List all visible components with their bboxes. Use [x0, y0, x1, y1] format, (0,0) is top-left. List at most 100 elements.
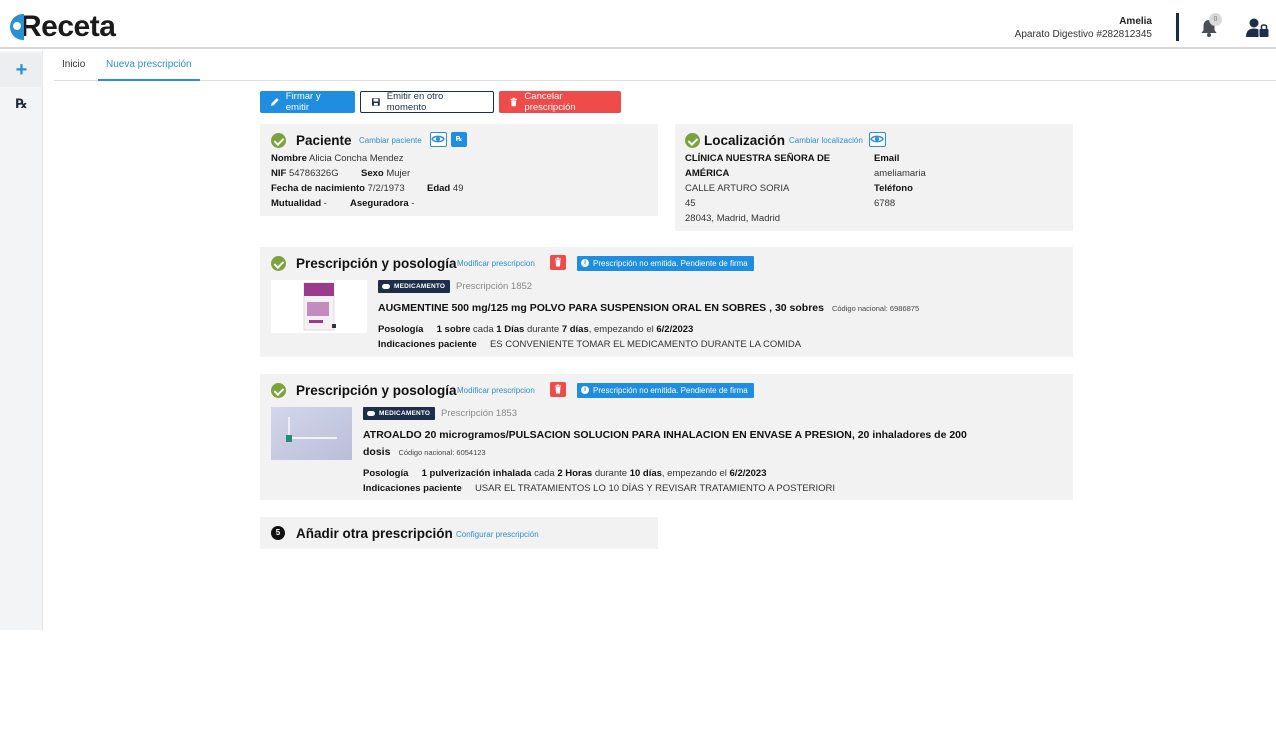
sidebar: + ℞ — [0, 51, 43, 630]
every-word: cada — [534, 468, 555, 479]
prescriptions-rx-icon[interactable]: ℞ — [0, 87, 43, 121]
header-divider — [1176, 13, 1179, 41]
tab-bar: Inicio Nueva prescripción — [54, 52, 1276, 81]
patient-insurer-field: Aseguradora - — [350, 198, 414, 209]
modify-prescription-link[interactable]: Modificar prescripcion — [457, 386, 535, 395]
location-card: Localización Cambiar localización CLÍNIC… — [675, 124, 1073, 231]
during-word: durante — [526, 324, 560, 335]
dose: 1 pulverización inhalada — [421, 468, 532, 479]
patient-indications-line: Indicaciones paciente ES CONVENIENTE TOM… — [378, 339, 801, 350]
emit-later-label: Emitir en otro momento — [386, 91, 444, 113]
modify-prescription-link[interactable]: Modificar prescripcion — [457, 259, 535, 268]
medication-name-line2: dosis Código nacional: 6054123 — [363, 444, 1013, 461]
eye-icon — [870, 135, 884, 143]
posology-line: Posología 1 sobre cada 1 Días durante 7 … — [378, 324, 693, 335]
change-location-link[interactable]: Cambiar localización — [789, 136, 863, 145]
configure-prescription-link[interactable]: Configurar prescripción — [456, 530, 539, 539]
prescription-card: Prescripción y posología Modificar presc… — [260, 247, 1073, 357]
prescription-title: Prescripción y posología — [296, 383, 457, 398]
indications-text: USAR EL TRATAMIENTOS LO 10 DÍAS Y REVISA… — [474, 483, 835, 494]
add-prescription-card: 5 Añadir otra prescripción Configurar pr… — [260, 517, 658, 549]
change-patient-link[interactable]: Cambiar paciente — [359, 136, 422, 145]
new-prescription-plus-icon[interactable]: + — [0, 53, 43, 87]
clinic-name-line2: AMÉRICA — [685, 168, 730, 179]
patient-dob-field: Fecha de nacimiento 7/2/1973 — [271, 183, 405, 194]
patient-dob: 7/2/1973 — [367, 183, 405, 194]
patient-age-field: Edad 49 — [427, 183, 463, 194]
step-number-badge: 5 — [271, 526, 285, 540]
duration: 7 días — [561, 324, 589, 335]
clinic-street: CALLE ARTURO SORIA — [685, 183, 790, 194]
interval: 2 Horas — [557, 468, 593, 479]
medication-tag: MEDICAMENTO — [378, 280, 451, 293]
trash-icon — [555, 257, 561, 267]
medication-tag: MEDICAMENTO — [363, 407, 436, 420]
starting-word: , empezando el — [661, 468, 727, 479]
trash-icon — [555, 384, 561, 394]
indications-label: Indicaciones paciente — [363, 483, 462, 494]
start-date: 6/2/2023 — [656, 324, 694, 335]
logo-mark-icon — [10, 14, 24, 40]
patient-age: 49 — [452, 183, 464, 194]
medication-thumbnail — [271, 407, 352, 460]
patient-sex: Mujer — [386, 168, 411, 179]
check-circle-icon — [271, 256, 286, 271]
clinic-name-line1: CLÍNICA NUESTRA SEÑORA DE — [685, 153, 831, 164]
add-prescription-title: Añadir otra prescripción — [296, 526, 453, 541]
pending-signature-badge: Prescripción no emitida. Pendiente de fi… — [577, 383, 754, 398]
view-patient-button[interactable] — [430, 132, 447, 147]
user-info[interactable]: Amelia Aparato Digestivo #282812345 — [1015, 16, 1152, 40]
check-circle-icon — [271, 383, 286, 398]
logo-text: Receta — [20, 10, 116, 43]
tab-inicio[interactable]: Inicio — [54, 52, 93, 81]
view-location-button[interactable] — [869, 132, 886, 147]
prescription-title: Prescripción y posología — [296, 256, 457, 271]
notification-count-badge: 0 — [1209, 13, 1222, 26]
posology-line: Posología 1 pulverización inhalada cada … — [363, 468, 767, 479]
pending-signature-badge: Prescripción no emitida. Pendiente de fi… — [577, 256, 754, 271]
dose: 1 sobre — [436, 324, 471, 335]
prescription-card: Prescripción y posología Modificar presc… — [260, 374, 1073, 500]
medication-name-line2-text: dosis — [363, 446, 391, 458]
patient-age-label: Edad — [427, 183, 451, 194]
clinic-number: 45 — [685, 198, 696, 209]
duration: 10 días — [629, 468, 662, 479]
check-circle-icon — [685, 133, 700, 148]
indications-label: Indicaciones paciente — [378, 339, 477, 350]
patient-sex-label: Sexo — [361, 168, 384, 179]
medication-name-line1: ATROALDO 20 microgramos/PULSACION SOLUCI… — [363, 429, 967, 441]
during-word: durante — [594, 468, 628, 479]
user-lock-icon[interactable] — [1246, 18, 1270, 38]
national-code: Código nacional: 6986875 — [831, 304, 920, 313]
check-circle-icon — [271, 133, 286, 148]
prescription-number: Prescripción 1852 — [456, 281, 533, 292]
trash-icon — [510, 97, 518, 107]
phone-label: Teléfono — [874, 183, 913, 194]
sign-and-emit-button[interactable]: Firmar y emitir — [260, 91, 355, 113]
patient-insurer: - — [411, 198, 415, 209]
patient-name: Alicia Concha Mendez — [309, 153, 404, 164]
start-date: 6/2/2023 — [729, 468, 767, 479]
medication-name-text: AUGMENTINE 500 mg/125 mg POLVO PARA SUSP… — [378, 302, 824, 314]
tab-nueva-prescripcion[interactable]: Nueva prescripción — [98, 52, 200, 81]
emit-later-button[interactable]: Emitir en otro momento — [360, 91, 494, 113]
patient-mutual-field: Mutualidad - — [271, 198, 327, 209]
patient-dob-label: Fecha de nacimiento — [271, 183, 365, 194]
interval: 1 Días — [496, 324, 525, 335]
eye-icon — [431, 135, 445, 143]
patient-nif-label: NIF — [271, 168, 287, 179]
clinic-city: 28043, Madrid, Madrid — [685, 213, 781, 224]
delete-prescription-button[interactable] — [550, 255, 566, 270]
posology-label: Posología — [363, 468, 409, 479]
delete-prescription-button[interactable] — [550, 382, 566, 397]
cancel-prescription-label: Cancelar prescripción — [524, 91, 576, 113]
pen-icon — [270, 98, 279, 106]
patient-mutual-label: Mutualidad — [271, 198, 322, 209]
patient-title: Paciente — [296, 133, 352, 148]
patient-prescriptions-button[interactable]: ℞ — [451, 132, 467, 147]
cancel-prescription-button[interactable]: Cancelar prescripción — [499, 91, 621, 113]
location-title: Localización — [704, 133, 786, 148]
patient-indications-line: Indicaciones paciente USAR EL TRATAMIENT… — [363, 483, 835, 494]
email-label: Email — [874, 153, 900, 164]
app-logo[interactable]: Receta — [10, 10, 116, 43]
